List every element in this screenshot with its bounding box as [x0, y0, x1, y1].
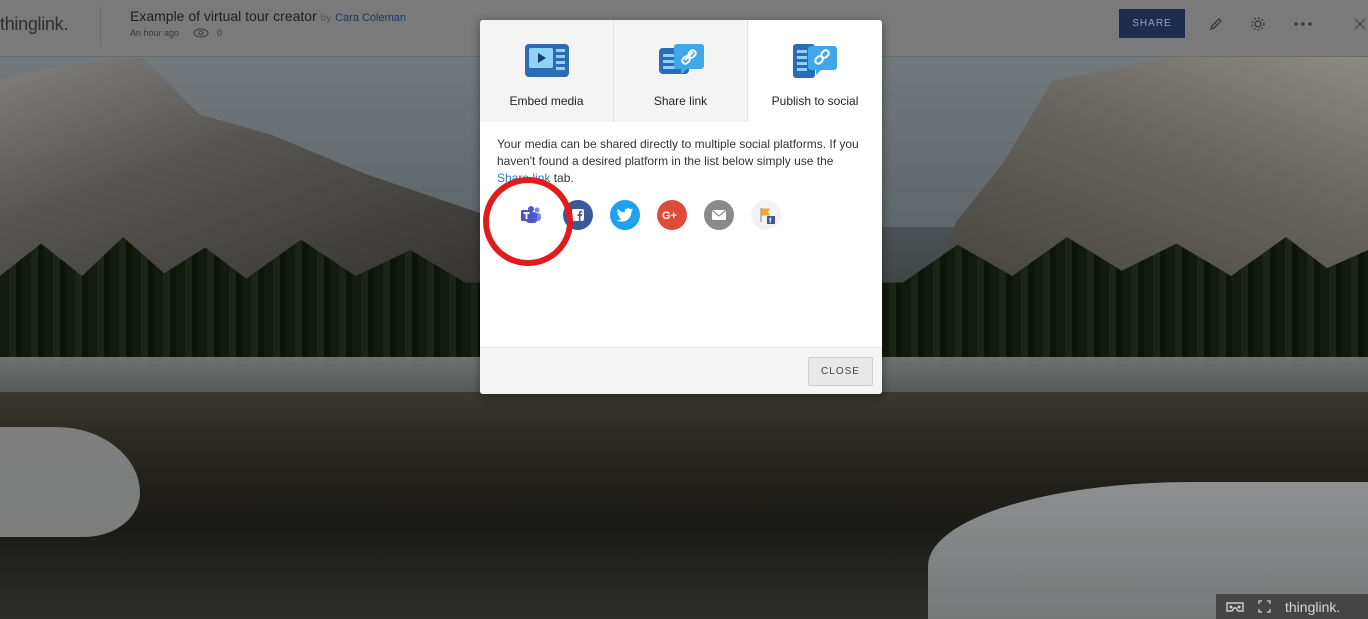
description-suffix: tab. [550, 171, 574, 185]
share-link-icon [658, 44, 704, 75]
more-options-icon[interactable] [1293, 14, 1313, 34]
media-meta: An hour ago 0 [130, 28, 222, 38]
dialog-footer: CLOSE [480, 347, 882, 394]
edit-icon[interactable] [1206, 14, 1226, 34]
description-text: Your media can be shared directly to mul… [497, 137, 859, 168]
thinglink-watermark[interactable]: thinglink. [1285, 599, 1340, 615]
share-button[interactable]: SHARE [1119, 9, 1185, 38]
viewer-controls: thinglink. [1216, 594, 1368, 619]
settings-icon[interactable] [1248, 14, 1268, 34]
share-description: Your media can be shared directly to mul… [480, 122, 882, 187]
tab-publish-to-social[interactable]: Publish to social [748, 20, 882, 122]
views-value: 0 [217, 28, 223, 38]
twitter-button[interactable] [610, 200, 640, 230]
thinglink-logo[interactable]: thinglink. [0, 14, 68, 35]
tab-label: Share link [653, 94, 708, 108]
facebook-page-button[interactable]: f [751, 200, 781, 230]
highlight-circle [483, 177, 573, 266]
fullscreen-icon[interactable] [1258, 600, 1271, 613]
timestamp: An hour ago [130, 28, 180, 38]
by-label: by [320, 13, 332, 24]
tab-label: Publish to social [771, 94, 859, 108]
share-tabs: Embed media Share link Publish to social [480, 20, 882, 122]
svg-text:G+: G+ [662, 210, 677, 222]
email-icon [712, 210, 726, 220]
facebook-page-icon: f [760, 208, 775, 225]
eye-icon [193, 28, 209, 38]
close-button[interactable]: CLOSE [808, 357, 873, 386]
vr-mode-icon[interactable] [1226, 601, 1244, 612]
tab-label: Embed media [509, 94, 584, 108]
google-plus-icon: G+ [662, 210, 677, 222]
author-link[interactable]: Cara Coleman [335, 12, 406, 24]
media-title: Example of virtual tour creator [130, 8, 317, 24]
google-plus-button[interactable]: G+ [657, 200, 687, 230]
page-title: Example of virtual tour creator by Cara … [130, 8, 406, 24]
view-count: 0 [193, 28, 222, 38]
publish-to-social-icon [793, 44, 837, 78]
email-button[interactable] [704, 200, 734, 230]
twitter-icon [616, 207, 634, 222]
facebook-icon [572, 209, 584, 221]
embed-media-icon [524, 44, 569, 77]
tab-embed-media[interactable]: Embed media [480, 20, 614, 122]
close-icon[interactable] [1350, 14, 1368, 34]
divider [100, 6, 101, 46]
tab-share-link[interactable]: Share link [614, 20, 748, 122]
